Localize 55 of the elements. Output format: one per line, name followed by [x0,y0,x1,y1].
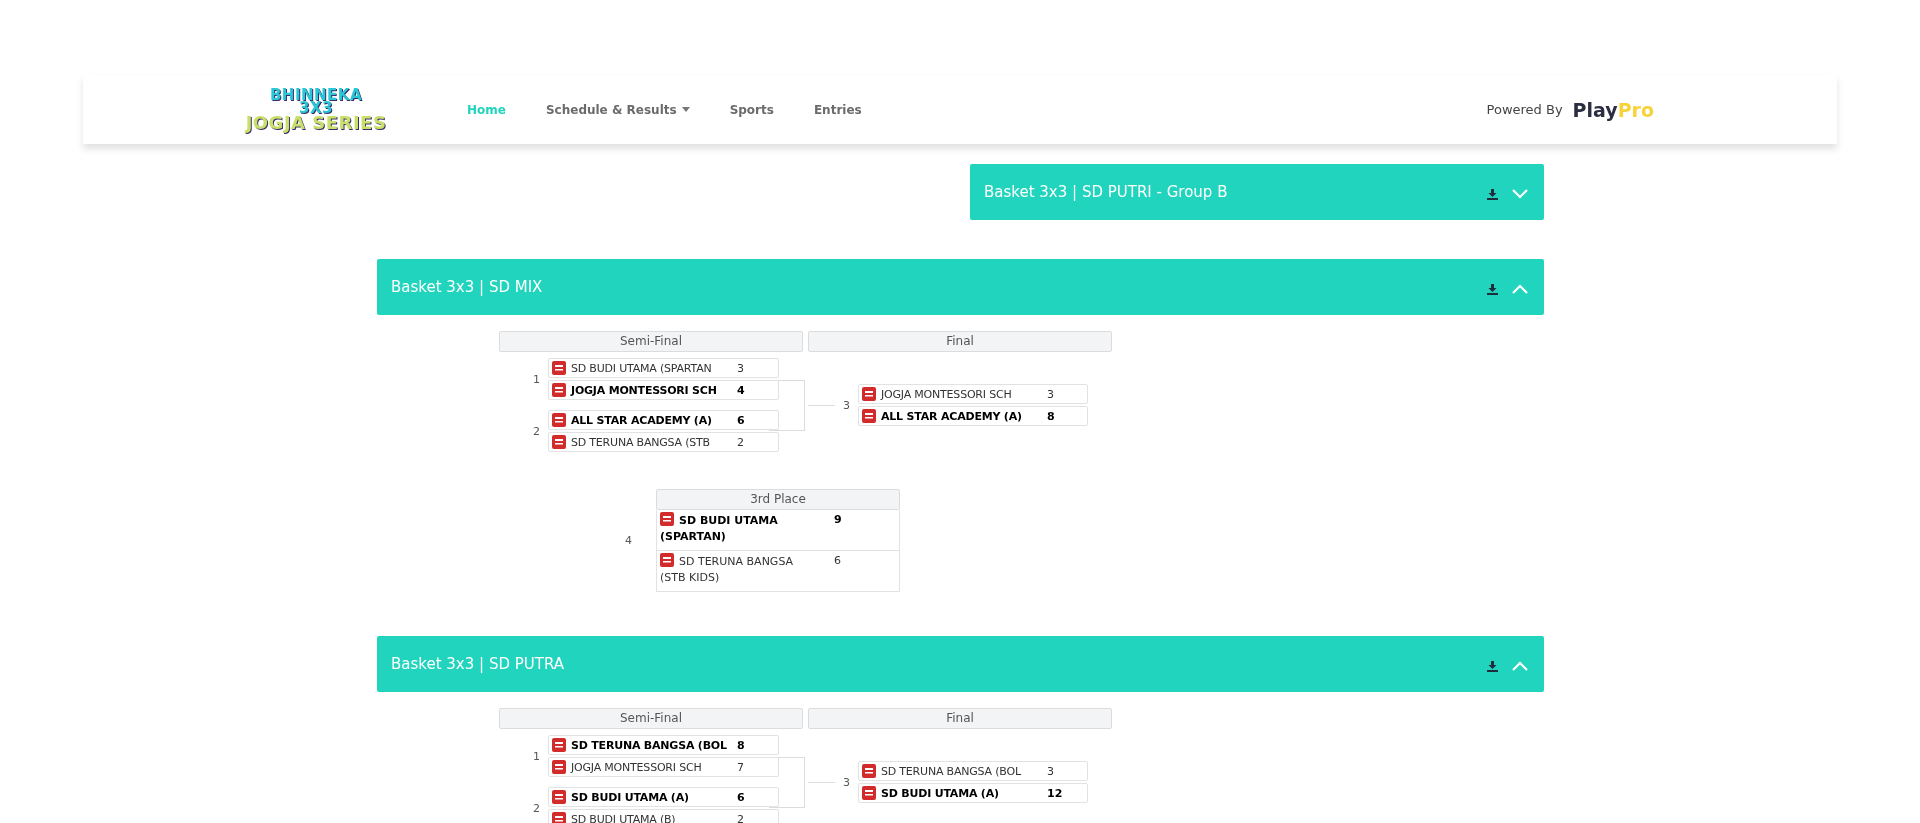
team-row: JOGJA MONTESSORI SCH 7 [548,757,779,777]
round-header: Final [808,331,1112,352]
team-row: SD BUDI UTAMA (A) 6 [548,787,779,807]
download-icon[interactable] [1487,188,1498,200]
team-row: ALL STAR ACADEMY (A) 8 [858,406,1088,426]
nav-link[interactable]: Schedule & Results [545,102,690,117]
team-logo-icon [552,383,566,397]
team-row: ALL STAR ACADEMY (A) 6 [548,410,779,430]
nav-link[interactable]: Entries [813,102,862,117]
team-row: JOGJA MONTESSORI SCH 3 [858,384,1088,404]
team-row: SD TERUNA BANGSA (BOL 3 [858,761,1088,781]
accordion-header[interactable]: Basket 3x3 | SD PUTRI - Group B [970,164,1544,220]
team-row: SD TERUNA BANGSA (STB KIDS) 6 [656,551,900,592]
team-logo-icon [552,413,566,427]
match-number: 2 [532,424,541,438]
team-row: JOGJA MONTESSORI SCH 4 [548,380,779,400]
round-header: Semi-Final [499,331,803,352]
team-logo-icon [552,760,566,774]
team-row: SD BUDI UTAMA (SPARTAN) 9 [656,510,900,551]
accordion-header[interactable]: Basket 3x3 | SD MIX [377,259,1544,315]
brand-logo[interactable]: PlayPro [1572,98,1654,121]
round-header: Final [808,708,1112,729]
team-logo-icon [862,786,876,800]
team-logo-icon [862,387,876,401]
team-logo-icon [552,435,566,449]
team-row: SD BUDI UTAMA (A) 12 [858,783,1088,803]
round-header: Semi-Final [499,708,803,729]
match-number: 3 [842,398,851,412]
download-icon[interactable] [1487,660,1498,672]
match-number: 4 [624,534,633,547]
team-logo-icon [862,764,876,778]
nav-link[interactable]: Home [467,102,506,117]
nav-link[interactable]: Sports [729,102,774,117]
bracket-connector [769,757,805,808]
match-number: 2 [532,801,541,815]
team-logo-icon [660,512,674,526]
bracket-connector [808,404,835,406]
team-logo-icon [862,409,876,423]
team-logo-icon [552,738,566,752]
accordion-header[interactable]: Basket 3x3 | SD PUTRA [377,636,1544,692]
download-icon[interactable] [1487,283,1498,295]
team-logo-icon [660,553,674,567]
team-logo-icon [552,790,566,804]
round-header: 3rd Place [656,489,900,510]
match-number: 3 [842,775,851,789]
team-logo-icon [552,812,566,823]
team-row: SD TERUNA BANGSA (BOL 8 [548,735,779,755]
match-number: 1 [532,372,541,386]
bracket-connector [808,781,835,783]
powered-by-label: Powered By [1486,102,1563,117]
team-row: SD BUDI UTAMA (SPARTAN 3 [548,358,779,378]
team-row: SD TERUNA BANGSA (STB 2 [548,432,779,452]
bracket-connector [769,380,805,431]
match-number: 1 [532,749,541,763]
team-logo-icon [552,361,566,375]
